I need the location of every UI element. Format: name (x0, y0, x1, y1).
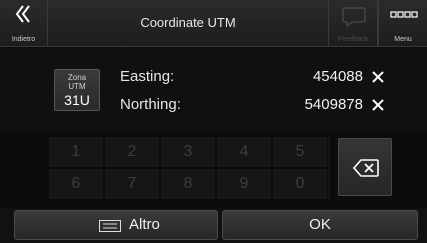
feedback-button[interactable]: Feedback (328, 0, 378, 46)
back-button[interactable]: Indietro (0, 0, 48, 46)
key-8[interactable]: 8 (160, 168, 216, 200)
menu-button[interactable]: Menu (378, 0, 427, 46)
northing-label: Northing: (120, 96, 181, 113)
northing-value: 5409878 (304, 96, 363, 113)
clear-easting-icon[interactable] (371, 70, 385, 84)
key-6[interactable]: 6 (48, 168, 104, 200)
numeric-keypad: 1 2 3 4 5 6 7 8 9 0 (48, 136, 330, 200)
northing-field[interactable]: Northing: 5409878 (120, 96, 385, 118)
back-label: Indietro (11, 36, 36, 43)
key-3[interactable]: 3 (160, 136, 216, 168)
coordinates-panel: Zona UTM 31U Easting: 454088 Northing: 5… (0, 48, 427, 132)
menu-label: Menu (394, 36, 412, 43)
page-title: Coordinate UTM (140, 15, 236, 30)
key-9[interactable]: 9 (216, 168, 272, 200)
speech-bubble-icon (342, 7, 366, 28)
key-0[interactable]: 0 (272, 168, 328, 200)
easting-value: 454088 (312, 68, 363, 85)
menu-lines-icon (99, 220, 121, 232)
key-4[interactable]: 4 (216, 136, 272, 168)
menu-grid-icon (390, 11, 418, 18)
backspace-button[interactable] (338, 138, 392, 196)
clear-northing-icon[interactable] (371, 98, 385, 112)
more-button[interactable]: Altro (14, 210, 218, 240)
backspace-icon (353, 159, 379, 177)
ok-button[interactable]: OK (222, 210, 418, 240)
more-label: Altro (129, 216, 160, 233)
zone-value: 31U (64, 92, 90, 108)
top-bar: Indietro Coordinate UTM Feedback Menu (0, 0, 427, 47)
feedback-label: Feedback (337, 36, 369, 43)
key-5[interactable]: 5 (272, 136, 328, 168)
easting-field[interactable]: Easting: 454088 (120, 68, 385, 90)
zone-label-line2: UTM (68, 82, 86, 91)
key-1[interactable]: 1 (48, 136, 104, 168)
bottom-bar: Altro OK (0, 208, 427, 243)
zone-label-line1: Zona (67, 73, 87, 82)
easting-label: Easting: (120, 68, 175, 85)
utm-zone-button[interactable]: Zona UTM 31U (54, 69, 100, 111)
key-7[interactable]: 7 (104, 168, 160, 200)
double-chevron-left-icon (15, 5, 30, 23)
key-2[interactable]: 2 (104, 136, 160, 168)
